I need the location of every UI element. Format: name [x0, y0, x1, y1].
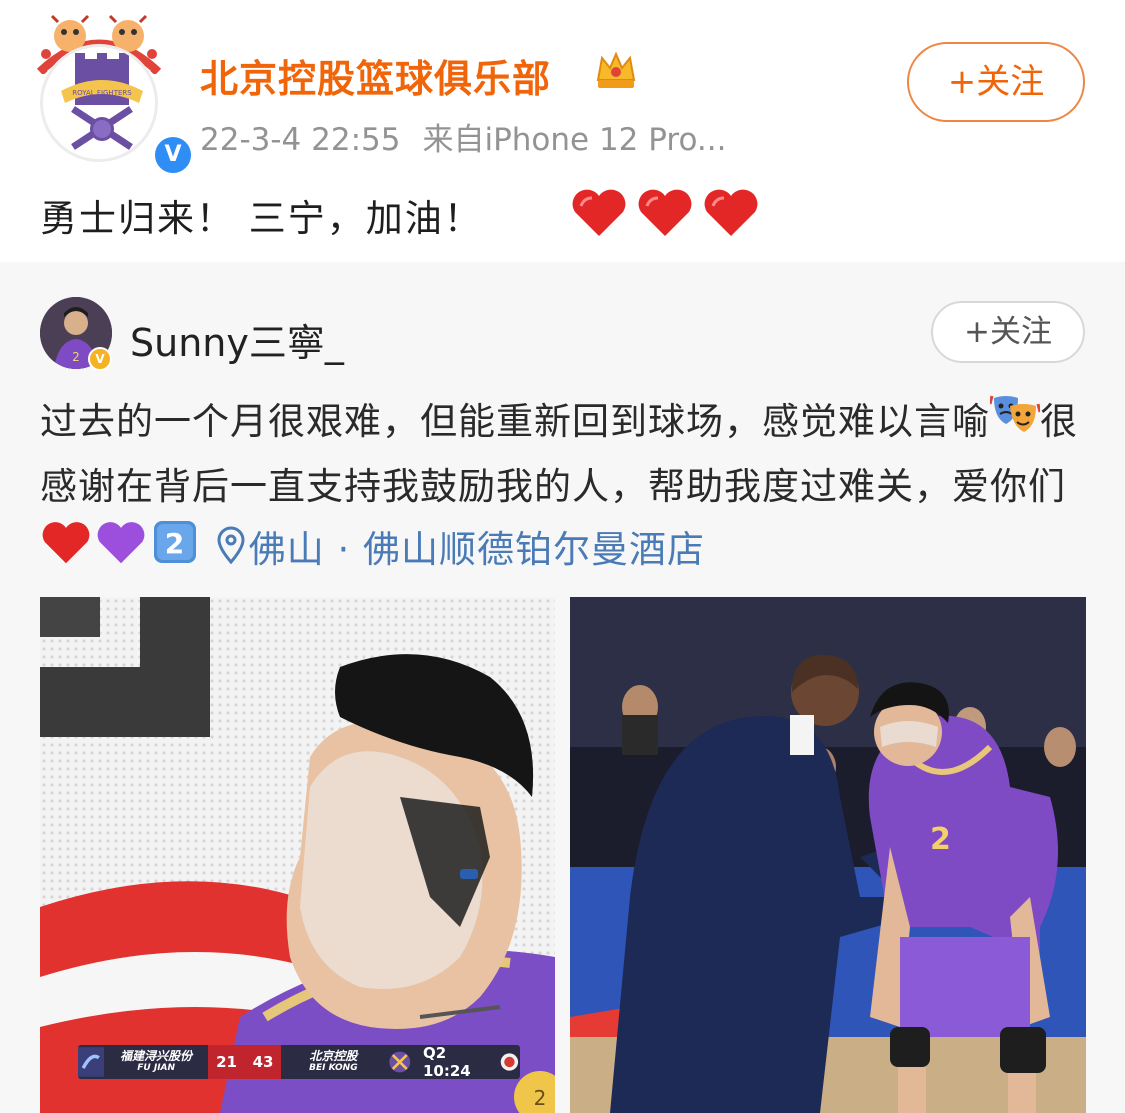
- post-header: ROYAL FIGHTERS V 北京控股篮球俱乐部 22-3-4 22:55 来…: [0, 0, 1125, 262]
- post-hearts: [570, 186, 760, 238]
- repost-author-name[interactable]: Sunny三寧_: [130, 312, 344, 367]
- team-logo-icon: [389, 1051, 411, 1073]
- photo-right[interactable]: 2: [570, 597, 1086, 1113]
- svg-text:ROYAL FIGHTERS: ROYAL FIGHTERS: [72, 89, 132, 97]
- repost-text-part1: 过去的一个月很艰难，但能重新回到球场，感觉难以言喻: [40, 400, 990, 443]
- location-pin-icon: [213, 520, 249, 583]
- photo-left[interactable]: 2 福建浔兴股份 FU JIAN 21 43 北京控股 BEI KONG Q2 10…: [40, 597, 555, 1113]
- timestamp: 22-3-4 22:55: [200, 122, 401, 158]
- post-source: 来自iPhone 12 Pro...: [422, 122, 727, 158]
- team-logo-icon: [78, 1047, 105, 1077]
- svg-text:2: 2: [534, 1086, 547, 1110]
- svg-text:2: 2: [165, 527, 185, 560]
- away-score: 43: [244, 1045, 282, 1079]
- author-verified-badge: V: [88, 347, 112, 371]
- crown-icon: [594, 50, 638, 90]
- account-name[interactable]: 北京控股篮球俱乐部: [200, 48, 551, 103]
- heart-icon: [572, 189, 626, 236]
- svg-text:2: 2: [930, 822, 951, 857]
- league-logo-icon: [500, 1053, 519, 1071]
- home-score: 21: [208, 1045, 245, 1079]
- scorebug: 福建浔兴股份 FU JIAN 21 43 北京控股 BEI KONG Q2 10:2…: [78, 1044, 520, 1080]
- home-team: 福建浔兴股份 FU JIAN: [120, 1049, 193, 1073]
- heart-icon: [638, 189, 692, 236]
- game-clock: Q2 10:24: [423, 1044, 471, 1080]
- club-logo: ROYAL FIGHTERS: [40, 44, 158, 162]
- heart-icon: [704, 189, 758, 236]
- post-text: 勇士归来！ 三宁，加油！: [40, 197, 483, 240]
- location-link[interactable]: 佛山 · 佛山顺德铂尔曼酒店: [213, 526, 706, 571]
- repost-text: 过去的一个月很艰难，但能重新回到球场，感觉难以言喻 很感谢在背后一直支持我鼓励我的…: [40, 390, 1090, 584]
- purple-heart-icon: [92, 519, 150, 584]
- theater-masks-icon: [988, 392, 1042, 455]
- away-team: 北京控股 BEI KONG: [309, 1049, 358, 1073]
- account-avatar[interactable]: ROYAL FIGHTERS V: [34, 14, 195, 177]
- location-text: 佛山 · 佛山顺德铂尔曼酒店: [248, 528, 706, 571]
- svg-text:2: 2: [72, 350, 80, 364]
- post-meta: 22-3-4 22:55 来自iPhone 12 Pro...: [200, 114, 726, 159]
- repost-follow-button[interactable]: +关注: [931, 301, 1085, 363]
- red-heart-icon: [40, 519, 92, 584]
- follow-button[interactable]: +关注: [907, 42, 1085, 122]
- keycap-icon: 2: [150, 519, 200, 584]
- verified-badge: V: [151, 133, 195, 177]
